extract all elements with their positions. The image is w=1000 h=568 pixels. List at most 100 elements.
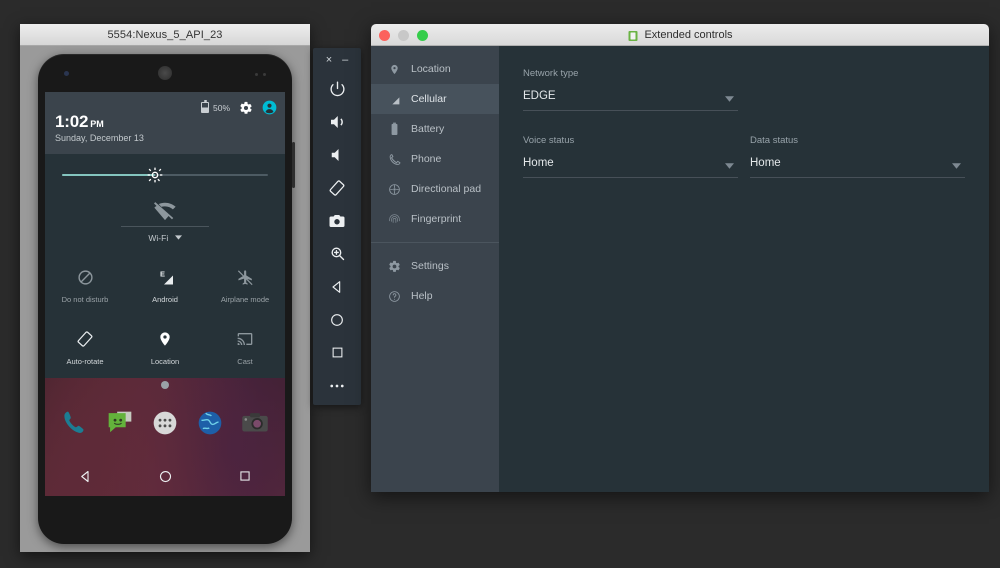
phone-device-frame: 50% 1:02PM Sunday, Decembe <box>38 54 292 544</box>
earpiece-speaker-icon <box>158 66 172 80</box>
do-not-disturb-icon <box>77 266 94 288</box>
tile-cast[interactable]: Cast <box>205 316 285 378</box>
battery-icon <box>387 122 401 136</box>
voice-status-field: Voice status Home <box>523 135 738 178</box>
phone-app-icon[interactable] <box>58 406 92 440</box>
app-drawer-icon[interactable] <box>148 406 182 440</box>
wifi-label: Wi-Fi <box>148 233 168 243</box>
more-icon[interactable] <box>313 369 361 402</box>
minimize-icon[interactable]: – <box>342 55 348 66</box>
tile-location[interactable]: Location <box>125 316 205 378</box>
camera-app-icon[interactable] <box>238 406 272 440</box>
phone-handset-icon <box>387 152 401 166</box>
minimize-window-button[interactable] <box>398 30 409 41</box>
shade-drag-handle[interactable] <box>161 381 169 389</box>
rotate-icon[interactable] <box>313 171 361 204</box>
system-navbar <box>45 456 285 496</box>
emulator-body: 50% 1:02PM Sunday, Decembe <box>20 46 310 552</box>
emulator-window-title: 5554:Nexus_5_API_23 <box>107 29 222 41</box>
proximity-sensors-icon <box>255 73 266 76</box>
gear-icon[interactable] <box>239 101 253 115</box>
chevron-down-icon[interactable] <box>725 156 734 174</box>
volume-up-icon[interactable] <box>313 105 361 138</box>
sidebar-item-battery[interactable]: Battery <box>371 114 499 144</box>
volume-down-icon[interactable] <box>313 138 361 171</box>
location-icon <box>157 328 173 350</box>
tile-auto-rotate[interactable]: Auto-rotate <box>45 316 125 378</box>
wifi-tile-block[interactable]: Wi-Fi <box>45 196 285 254</box>
messaging-app-icon[interactable] <box>103 406 137 440</box>
front-camera-icon <box>64 71 69 76</box>
screenshot-camera-icon[interactable] <box>313 204 361 237</box>
sidebar-item-directional-pad[interactable]: Directional pad <box>371 174 499 204</box>
chevron-down-icon[interactable] <box>952 156 961 174</box>
zoom-icon[interactable] <box>313 237 361 270</box>
quick-settings-header: 50% 1:02PM Sunday, Decembe <box>45 92 285 154</box>
extended-controls-titlebar[interactable]: Extended controls <box>371 24 989 46</box>
fingerprint-icon <box>387 212 401 226</box>
sidebar-item-phone[interactable]: Phone <box>371 144 499 174</box>
sidebar-item-label: Settings <box>411 260 449 272</box>
voice-status-value: Home <box>523 157 554 169</box>
sidebar-item-label: Directional pad <box>411 183 481 195</box>
phone-screen[interactable]: 50% 1:02PM Sunday, Decembe <box>45 92 285 496</box>
brightness-slider-fill <box>62 174 155 176</box>
tile-airplane-mode[interactable]: Airplane mode <box>205 254 285 316</box>
help-circle-icon <box>387 289 401 303</box>
power-icon[interactable] <box>313 72 361 105</box>
quick-settings-tiles: Do not disturb E Android Ai <box>45 254 285 378</box>
sidebar-item-location[interactable]: Location <box>371 54 499 84</box>
nav-recents-icon[interactable] <box>230 461 260 491</box>
location-pin-icon <box>387 62 401 76</box>
brightness-row <box>45 154 285 196</box>
battery-icon <box>201 102 209 113</box>
volume-rocker-button[interactable] <box>292 142 295 188</box>
extended-controls-sidebar: Location Cellular Battery <box>371 46 499 492</box>
close-window-button[interactable] <box>379 30 390 41</box>
svg-text:E: E <box>159 269 164 278</box>
sidebar-item-cellular[interactable]: Cellular <box>371 84 499 114</box>
battery-percent-label: 50% <box>213 103 230 113</box>
tile-label: Cast <box>237 357 252 366</box>
sidebar-item-label: Cellular <box>411 93 447 105</box>
data-status-select[interactable]: Home <box>750 153 965 178</box>
sidebar-item-help[interactable]: Help <box>371 281 499 311</box>
sidebar-item-settings[interactable]: Settings <box>371 251 499 281</box>
home-icon[interactable] <box>313 303 361 336</box>
close-icon[interactable]: × <box>326 55 332 66</box>
network-type-field: Network type EDGE <box>523 68 738 111</box>
overview-icon[interactable] <box>313 336 361 369</box>
browser-app-icon[interactable] <box>193 406 227 440</box>
chevron-down-icon[interactable] <box>725 89 734 107</box>
nav-back-icon[interactable] <box>70 461 100 491</box>
status-fields-row: Voice status Home Data status Home <box>523 135 965 178</box>
android-app-icon <box>627 29 639 41</box>
tile-label: Do not disturb <box>62 295 109 304</box>
brightness-slider[interactable] <box>62 174 268 176</box>
nav-home-icon[interactable] <box>150 461 180 491</box>
tile-do-not-disturb[interactable]: Do not disturb <box>45 254 125 316</box>
extended-controls-title: Extended controls <box>644 29 732 41</box>
emulator-titlebar[interactable]: 5554:Nexus_5_API_23 <box>20 24 310 46</box>
network-type-value: EDGE <box>523 90 556 102</box>
extended-controls-body: Location Cellular Battery <box>371 46 989 492</box>
sidebar-item-label: Fingerprint <box>411 213 461 225</box>
sidebar-item-fingerprint[interactable]: Fingerprint <box>371 204 499 234</box>
tile-label: Airplane mode <box>221 295 269 304</box>
clock-date: Sunday, December 13 <box>55 133 144 143</box>
auto-rotate-icon <box>76 328 94 350</box>
phone-top-bezel <box>38 54 292 92</box>
tile-android-cellular[interactable]: E Android <box>125 254 205 316</box>
back-icon[interactable] <box>313 270 361 303</box>
screen-root: 5554:Nexus_5_API_23 <box>0 0 1000 568</box>
network-type-select[interactable]: EDGE <box>523 86 738 111</box>
avatar[interactable] <box>262 100 277 115</box>
status-bar-icons: 50% <box>201 100 277 115</box>
voice-status-select[interactable]: Home <box>523 153 738 178</box>
chevron-down-icon[interactable] <box>175 232 182 242</box>
emulator-side-toolbar: × – <box>313 48 361 405</box>
wifi-label-row[interactable]: Wi-Fi <box>45 232 285 243</box>
wifi-off-icon[interactable] <box>152 200 178 222</box>
zoom-window-button[interactable] <box>417 30 428 41</box>
brightness-slider-thumb[interactable] <box>147 167 163 183</box>
